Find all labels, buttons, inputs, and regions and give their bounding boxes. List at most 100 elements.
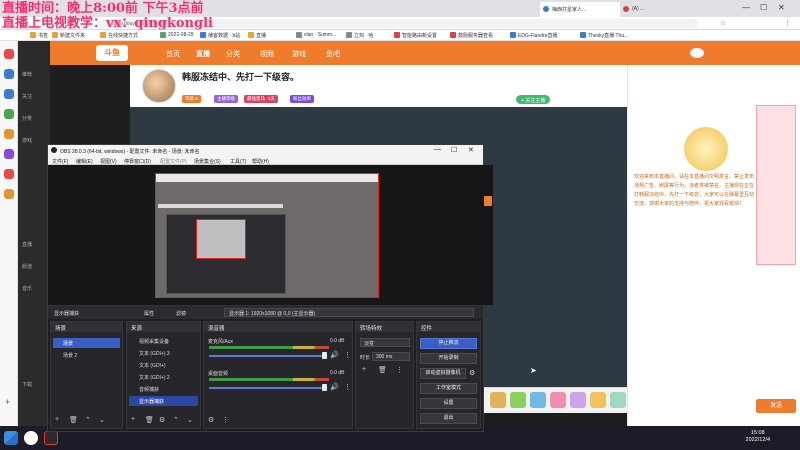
- nav-live[interactable]: 直播: [196, 49, 210, 59]
- move-up-icon[interactable]: ⌃: [85, 416, 91, 426]
- display-select[interactable]: 显示器 1: 1920x1080 @ 0,0 (主显示器): [224, 308, 474, 317]
- menu-scene-collection[interactable]: 场景集合(S): [194, 158, 221, 165]
- source-item[interactable]: 文本 (GDI+) 3: [129, 348, 198, 358]
- app-icon[interactable]: [4, 129, 14, 139]
- transition-select[interactable]: 淡变: [360, 338, 410, 347]
- nav-item[interactable]: 下载: [22, 381, 32, 388]
- follow-button[interactable]: + 关注主播: [516, 95, 551, 104]
- minimize-icon[interactable]: —: [434, 146, 441, 153]
- scene-item[interactable]: 场景: [53, 338, 120, 348]
- app-icon[interactable]: [4, 69, 14, 79]
- gift-icon[interactable]: [610, 392, 626, 408]
- app-icon[interactable]: [4, 49, 14, 59]
- add-scene-icon[interactable]: +: [55, 416, 59, 426]
- nav-category[interactable]: 分类: [226, 49, 240, 59]
- bookmark-item[interactable]: 2022-08-29: [160, 32, 194, 38]
- menu-docks[interactable]: 停靠窗口(D): [124, 158, 151, 165]
- bookmark-item[interactable]: 新建文件夹: [52, 32, 85, 39]
- ad-banner[interactable]: [756, 105, 796, 265]
- nav-item[interactable]: 分类: [22, 115, 32, 122]
- move-down-icon[interactable]: ⌄: [187, 416, 193, 426]
- source-item[interactable]: 文本 (GDI+): [129, 360, 198, 370]
- source-item[interactable]: 文本 (GDI+) 2: [129, 372, 198, 382]
- stop-streaming-button[interactable]: 停止推流: [420, 338, 477, 349]
- speaker-icon[interactable]: 🔊: [330, 351, 339, 359]
- gift-icon[interactable]: [590, 392, 606, 408]
- settings-button[interactable]: 设置: [420, 398, 477, 409]
- close-icon[interactable]: ✕: [468, 146, 474, 154]
- add-transition-icon[interactable]: +: [362, 366, 366, 373]
- speaker-icon[interactable]: 🔊: [330, 383, 339, 391]
- nav-item[interactable]: 游戏: [22, 137, 32, 144]
- exit-button[interactable]: 退出: [420, 413, 477, 424]
- start-recording-button[interactable]: 开始录制: [420, 353, 477, 364]
- bookmark-item[interactable]: 在线快捷方式: [100, 32, 138, 39]
- nav-yuba[interactable]: 鱼吧: [326, 49, 340, 59]
- nav-home[interactable]: 首页: [166, 49, 180, 59]
- volume-slider[interactable]: [209, 387, 326, 389]
- nav-video[interactable]: 视频: [260, 49, 274, 59]
- nav-game[interactable]: 游戏: [292, 49, 306, 59]
- add-source-icon[interactable]: +: [131, 416, 135, 426]
- gift-icon[interactable]: [490, 392, 506, 408]
- windows-start-icon[interactable]: [4, 431, 18, 445]
- browser-tab[interactable]: (A) ...: [620, 2, 690, 17]
- virtual-camera-button[interactable]: 启动虚拟摄像机: [420, 368, 466, 379]
- move-down-icon[interactable]: ⌄: [99, 416, 105, 426]
- nav-item[interactable]: 颜值: [22, 263, 32, 270]
- source-item[interactable]: 视频采集设备: [129, 336, 198, 346]
- gift-icon[interactable]: [510, 392, 526, 408]
- obs-taskbar-icon[interactable]: [44, 431, 58, 445]
- bookmark-item[interactable]: vlan · Summ...: [296, 32, 336, 38]
- gift-icon[interactable]: [550, 392, 566, 408]
- gift-icon[interactable]: [570, 392, 586, 408]
- mixer-settings-icon[interactable]: ⚙: [208, 416, 214, 426]
- remove-transition-icon[interactable]: 🗑: [378, 366, 387, 374]
- menu-edit[interactable]: 编辑(E): [76, 158, 93, 165]
- menu-help[interactable]: 帮助(H): [252, 158, 269, 165]
- more-icon[interactable]: ⋮: [344, 383, 351, 391]
- maximize-icon[interactable]: ☐: [451, 146, 457, 154]
- volume-knob[interactable]: [322, 352, 327, 359]
- menu-file[interactable]: 文件(F): [52, 158, 68, 165]
- app-icon[interactable]: [4, 189, 14, 199]
- site-logo[interactable]: 斗鱼: [96, 45, 128, 61]
- virtual-camera-settings-icon[interactable]: ⚙: [469, 369, 475, 377]
- menu-view[interactable]: 视图(V): [100, 158, 117, 165]
- bookmark-item[interactable]: 书签: [30, 32, 48, 39]
- source-settings-icon[interactable]: ⚙: [159, 416, 165, 426]
- bookmark-item[interactable]: EDG-Flandre直播: [510, 32, 557, 39]
- maximize-icon[interactable]: ☐: [760, 3, 767, 12]
- more-icon[interactable]: ⋮: [222, 416, 229, 426]
- user-avatar[interactable]: [690, 48, 704, 58]
- move-up-icon[interactable]: ⌃: [173, 416, 179, 426]
- properties-button[interactable]: 属性: [144, 310, 154, 317]
- remove-source-icon[interactable]: 🗑: [145, 416, 154, 426]
- nav-item[interactable]: 音乐: [22, 285, 32, 292]
- bookmark-item[interactable]: 播客数据 · b站: [200, 32, 240, 39]
- preview-capture-frame[interactable]: [155, 173, 379, 298]
- more-icon[interactable]: ⋮: [396, 366, 403, 374]
- send-button[interactable]: 发送: [756, 399, 796, 413]
- volume-knob[interactable]: [322, 384, 327, 391]
- menu-tools[interactable]: 工具(T): [230, 158, 246, 165]
- filters-button[interactable]: 滤镜: [176, 310, 186, 317]
- chrome-icon[interactable]: [24, 431, 38, 445]
- duration-input[interactable]: 300 ms: [372, 352, 410, 361]
- bookmark-item[interactable]: 智能路由新设置: [394, 32, 437, 39]
- app-icon[interactable]: [4, 169, 14, 179]
- app-icon[interactable]: [4, 89, 14, 99]
- gift-icon[interactable]: [530, 392, 546, 408]
- nav-item[interactable]: 关注: [22, 93, 32, 100]
- bookmark-item[interactable]: 直播: [248, 32, 266, 39]
- close-icon[interactable]: ✕: [778, 3, 785, 12]
- source-item[interactable]: 显示器捕获: [129, 396, 198, 406]
- scene-item[interactable]: 场景 2: [53, 350, 120, 360]
- add-icon[interactable]: +: [5, 397, 10, 407]
- studio-mode-button[interactable]: 工作室模式: [420, 383, 477, 394]
- more-icon[interactable]: ⋮: [344, 351, 351, 359]
- streamer-avatar[interactable]: [142, 69, 176, 103]
- bookmark-item[interactable]: 立刻 · 哈: [346, 32, 373, 39]
- star-icon[interactable]: ☆: [720, 19, 726, 27]
- minimize-icon[interactable]: —: [742, 3, 750, 12]
